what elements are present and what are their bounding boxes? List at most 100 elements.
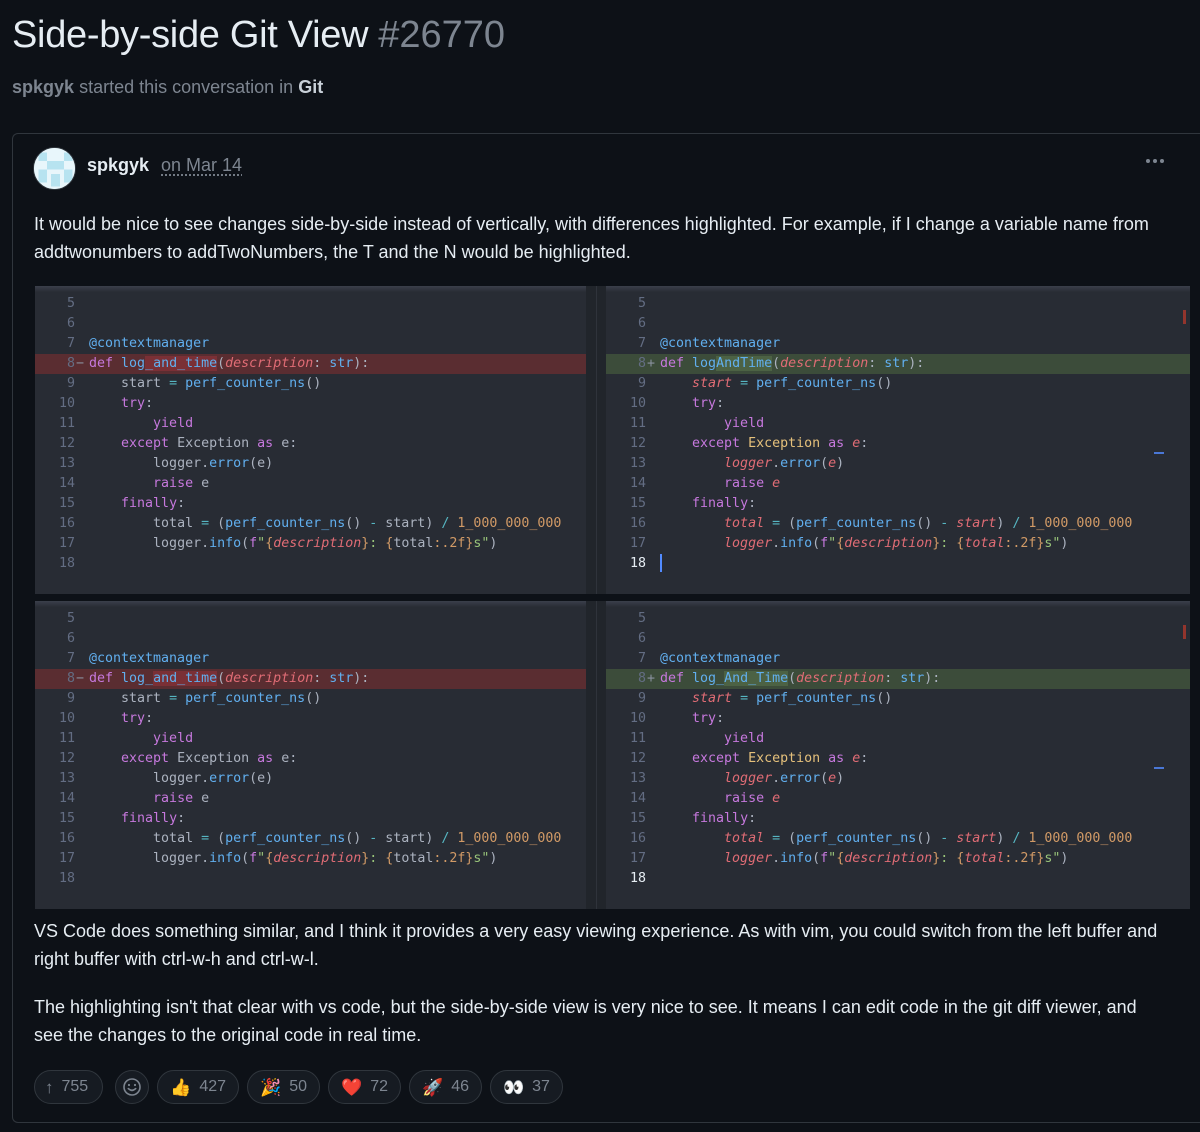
upvote-button[interactable]: ↑ 755 — [34, 1070, 104, 1104]
right-diff-pane[interactable]: 5 6 7 @contextmanager 8 + def logAndTime(descr… — [606, 286, 1190, 594]
code-text: start = perf_counter_ns() — [121, 691, 322, 706]
line-number: 14 — [58, 476, 75, 491]
code-line[interactable]: 15 finally: — [606, 809, 1190, 829]
code-line[interactable]: 10 try: — [35, 709, 586, 729]
code-line[interactable]: 13 logger.error(e) — [35, 454, 586, 474]
code-text: except Exception as e: — [121, 436, 298, 451]
code-line[interactable]: 17 logger.info(f"{description}: {total:.… — [606, 849, 1190, 869]
code-line[interactable]: 8 + def log_And_Time(description: str): — [606, 669, 1190, 689]
code-line[interactable]: 11 yield — [606, 729, 1190, 749]
left-diff-pane[interactable]: 5 6 7 @contextmanager 8− def log_and_time(des… — [35, 601, 586, 909]
code-line[interactable]: 5 — [606, 609, 1190, 629]
reaction-eyes[interactable]: 👀 37 — [489, 1070, 563, 1104]
code-text: def log_and_time(description: str): — [89, 356, 370, 371]
code-line[interactable]: 13 logger.error(e) — [35, 769, 586, 789]
code-line[interactable]: 6 — [35, 629, 586, 649]
code-text: def log_And_Time(description: str): — [660, 671, 941, 686]
reaction-tada[interactable]: 🎉 50 — [247, 1070, 321, 1104]
scrolled-line-edge — [35, 601, 586, 607]
code-line[interactable]: 10 try: — [606, 394, 1190, 414]
code-line[interactable]: 15 finally: — [606, 494, 1190, 514]
code-line[interactable]: 5 — [606, 294, 1190, 314]
eyes-icon: 👀 — [502, 1077, 525, 1097]
code-line[interactable]: 12 except Exception as e: — [606, 434, 1190, 454]
discussion-meta: spkgyk started this conversation in Git — [12, 77, 323, 98]
code-line[interactable]: 12 except Exception as e: — [606, 749, 1190, 769]
line-number: 18 — [58, 871, 75, 886]
pane-divider[interactable] — [586, 601, 606, 909]
code-line[interactable]: 17 logger.info(f"{description}: {total:.… — [35, 849, 586, 869]
code-line[interactable]: 8− def log_and_time(description: str): — [35, 354, 586, 374]
code-line[interactable]: 7 @contextmanager — [606, 649, 1190, 669]
post-author[interactable]: spkgyk — [87, 155, 149, 176]
code-line[interactable]: 11 yield — [35, 729, 586, 749]
code-line[interactable]: 14 raise e — [35, 474, 586, 494]
category-link[interactable]: Git — [298, 77, 323, 97]
code-line[interactable]: 10 try: — [35, 394, 586, 414]
code-line[interactable]: 14 raise e — [606, 789, 1190, 809]
code-text: finally: — [121, 496, 186, 511]
starter-link[interactable]: spkgyk — [12, 77, 74, 97]
code-line[interactable]: 13 logger.error(e) — [606, 769, 1190, 789]
code-line[interactable]: 17 logger.info(f"{description}: {total:.… — [606, 534, 1190, 554]
line-number: 11 — [629, 416, 646, 431]
diff-marker: + — [647, 356, 656, 371]
code-line[interactable]: 5 — [35, 609, 586, 629]
code-line[interactable]: 12 except Exception as e: — [35, 434, 586, 454]
reaction-thumbs-up[interactable]: 👍 427 — [157, 1070, 240, 1104]
code-text: raise e — [153, 791, 210, 806]
code-text: @contextmanager — [89, 336, 210, 351]
code-line[interactable]: 11 yield — [35, 414, 586, 434]
discussion-number: #26770 — [378, 14, 506, 56]
code-line[interactable]: 9 start = perf_counter_ns() — [606, 689, 1190, 709]
left-diff-pane[interactable]: 5 6 7 @contextmanager 8− def log_and_time(des… — [35, 286, 586, 594]
code-line[interactable]: 8 + def logAndTime(description: str): — [606, 354, 1190, 374]
code-line[interactable]: 14 raise e — [35, 789, 586, 809]
code-line[interactable]: 5 — [35, 294, 586, 314]
code-line[interactable]: 18 — [606, 869, 1190, 889]
arrow-up-icon: ↑ — [45, 1077, 54, 1097]
code-line[interactable]: 18 — [606, 554, 1190, 574]
code-line[interactable]: 18 — [35, 869, 586, 889]
code-line[interactable]: 6 — [35, 314, 586, 334]
code-line[interactable]: 16 total = (perf_counter_ns() - start) /… — [606, 514, 1190, 534]
code-line[interactable]: 7 @contextmanager — [35, 334, 586, 354]
code-text: @contextmanager — [660, 651, 781, 666]
code-line[interactable]: 13 logger.error(e) — [606, 454, 1190, 474]
code-line[interactable]: 15 finally: — [35, 809, 586, 829]
code-line[interactable]: 12 except Exception as e: — [35, 749, 586, 769]
code-line[interactable]: 6 — [606, 314, 1190, 334]
code-line[interactable]: 16 total = (perf_counter_ns() - start) /… — [35, 514, 586, 534]
code-text: logger.error(e) — [724, 771, 845, 786]
line-number: 9 — [637, 691, 646, 706]
pane-divider[interactable] — [586, 286, 606, 594]
code-line[interactable]: 14 raise e — [606, 474, 1190, 494]
code-text: start = perf_counter_ns() — [692, 376, 893, 391]
code-text: except Exception as e: — [692, 751, 869, 766]
code-line[interactable]: 7 @contextmanager — [35, 649, 586, 669]
avatar[interactable] — [33, 147, 76, 190]
more-options-button[interactable] — [1140, 150, 1170, 172]
code-line[interactable]: 18 — [35, 554, 586, 574]
code-text: logger.error(e) — [153, 771, 274, 786]
code-line[interactable]: 9 start = perf_counter_ns() — [35, 374, 586, 394]
code-line[interactable]: 16 total = (perf_counter_ns() - start) /… — [35, 829, 586, 849]
post-date[interactable]: on Mar 14 — [161, 155, 242, 176]
code-line[interactable]: 15 finally: — [35, 494, 586, 514]
discussion-post: spkgyk on Mar 14 It would be nice to see… — [12, 133, 1200, 1123]
code-line[interactable]: 6 — [606, 629, 1190, 649]
code-line[interactable]: 9 start = perf_counter_ns() — [606, 374, 1190, 394]
code-line[interactable]: 16 total = (perf_counter_ns() - start) /… — [606, 829, 1190, 849]
code-text: finally: — [692, 496, 757, 511]
code-line[interactable]: 10 try: — [606, 709, 1190, 729]
reaction-heart[interactable]: ❤️ 72 — [328, 1070, 402, 1104]
right-diff-pane[interactable]: 5 6 7 @contextmanager 8 + def log_And_Time(des… — [606, 601, 1190, 909]
code-line[interactable]: 7 @contextmanager — [606, 334, 1190, 354]
add-reaction-button[interactable] — [115, 1070, 150, 1104]
code-line[interactable]: 9 start = perf_counter_ns() — [35, 689, 586, 709]
code-line[interactable]: 8− def log_and_time(description: str): — [35, 669, 586, 689]
code-line[interactable]: 11 yield — [606, 414, 1190, 434]
line-number: 6 — [637, 316, 646, 331]
reaction-rocket[interactable]: 🚀 46 — [409, 1070, 482, 1104]
code-line[interactable]: 17 logger.info(f"{description}: {total:.… — [35, 534, 586, 554]
